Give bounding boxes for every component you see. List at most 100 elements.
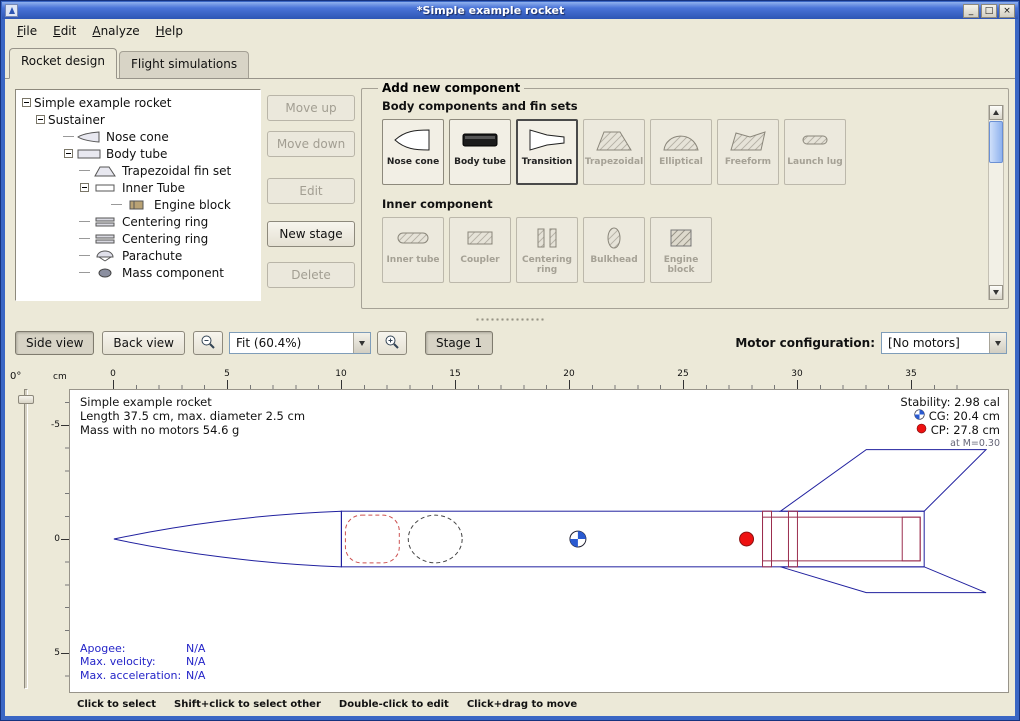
- add-coupler-button[interactable]: Coupler: [449, 217, 511, 283]
- launch-lug-icon: [795, 125, 835, 155]
- tree-item-body-tube[interactable]: Body tube: [18, 145, 258, 162]
- fin-lower[interactable]: [780, 567, 986, 593]
- tree-item-rocket[interactable]: Simple example rocket: [18, 94, 258, 111]
- scroll-down-icon[interactable]: [989, 285, 1003, 300]
- zoom-in-button[interactable]: [377, 331, 407, 355]
- close-button[interactable]: ×: [999, 4, 1015, 18]
- engine-block-outline[interactable]: [902, 517, 920, 561]
- add-freeform-button[interactable]: Freeform: [717, 119, 779, 185]
- collapse-icon[interactable]: [22, 98, 31, 107]
- splitter-handle[interactable]: [5, 315, 1015, 325]
- transition-icon: [527, 125, 567, 155]
- back-view-button[interactable]: Back view: [102, 331, 185, 355]
- add-bulkhead-button[interactable]: Bulkhead: [583, 217, 645, 283]
- tree-item-fin-set[interactable]: Trapezoidal fin set: [18, 162, 258, 179]
- add-component-panel: Add new component Body components and fi…: [361, 81, 1009, 309]
- tab-rocket-design[interactable]: Rocket design: [9, 48, 117, 79]
- rotation-slider[interactable]: [24, 389, 28, 689]
- tree-item-centering-ring-1[interactable]: Centering ring: [18, 213, 258, 230]
- tree-item-sustainer[interactable]: Sustainer: [18, 111, 258, 128]
- elliptical-fin-icon: [661, 125, 701, 155]
- design-panel: Simple example rocket Sustainer Nose con…: [5, 79, 1015, 315]
- menu-help[interactable]: Help: [148, 21, 191, 41]
- parachute-icon: [92, 250, 118, 262]
- ruler-label: 0: [54, 534, 60, 544]
- motor-configuration-select[interactable]: [No motors]: [881, 332, 1007, 354]
- cg-icon: [914, 409, 925, 423]
- tree-item-inner-tube[interactable]: Inner Tube: [18, 179, 258, 196]
- nose-cone-outline[interactable]: [114, 511, 342, 567]
- chevron-down-icon[interactable]: [353, 333, 370, 353]
- fin-upper[interactable]: [780, 450, 986, 512]
- status-bar: Click to select Shift+click to select ot…: [5, 699, 1015, 710]
- view-toolbar: Side view Back view Fit (60.4%) Stage 1 …: [5, 327, 1015, 359]
- parachute-dashed[interactable]: [345, 515, 399, 563]
- centering-ring-icon: [92, 216, 118, 228]
- menu-edit[interactable]: Edit: [45, 21, 84, 41]
- add-centering-ring-button[interactable]: Centering ring: [516, 217, 578, 283]
- add-trapezoidal-button[interactable]: Trapezoidal: [583, 119, 645, 185]
- app-window: *Simple example rocket _ □ × File Edit A…: [0, 0, 1020, 721]
- maximize-button[interactable]: □: [981, 4, 997, 18]
- centering-ring-icon: [527, 223, 567, 253]
- delete-button[interactable]: Delete: [267, 262, 355, 288]
- zoom-select[interactable]: Fit (60.4%): [229, 332, 371, 354]
- menu-file[interactable]: File: [9, 21, 45, 41]
- magnifier-plus-icon: [384, 339, 400, 353]
- cp-marker: [740, 532, 754, 546]
- tab-flight-simulations[interactable]: Flight simulations: [119, 51, 249, 78]
- tree-item-parachute[interactable]: Parachute: [18, 247, 258, 264]
- scroll-up-icon[interactable]: [989, 105, 1003, 120]
- rotation-slider-handle[interactable]: [18, 395, 34, 404]
- component-panel-scrollbar[interactable]: [988, 105, 1004, 300]
- centering-ring-2-outline[interactable]: [788, 511, 797, 567]
- add-inner-tube-button[interactable]: Inner tube: [382, 217, 444, 283]
- add-elliptical-button[interactable]: Elliptical: [650, 119, 712, 185]
- body-components-label: Body components and fin sets: [382, 99, 986, 113]
- collapse-icon[interactable]: [80, 183, 89, 192]
- add-body-tube-button[interactable]: Body tube: [449, 119, 511, 185]
- window-title: *Simple example rocket: [18, 4, 963, 17]
- minimize-button[interactable]: _: [963, 4, 979, 18]
- mass-component-dashed[interactable]: [408, 515, 462, 563]
- ruler-label: 30: [791, 369, 802, 379]
- bulkhead-icon: [594, 223, 634, 253]
- ruler-label: 25: [677, 369, 688, 379]
- stage-1-toggle[interactable]: Stage 1: [425, 331, 493, 355]
- centering-ring-1-outline[interactable]: [763, 511, 772, 567]
- edit-button[interactable]: Edit: [267, 178, 355, 204]
- add-transition-button[interactable]: Transition: [516, 119, 578, 185]
- menu-analyze[interactable]: Analyze: [84, 21, 147, 41]
- side-view-button[interactable]: Side view: [15, 331, 94, 355]
- ruler-label: 10: [335, 369, 346, 379]
- hint-click-select: Click to select: [77, 699, 156, 710]
- tab-strip: Rocket design Flight simulations: [5, 43, 1015, 79]
- new-stage-button[interactable]: New stage: [267, 221, 355, 247]
- tree-item-nose-cone[interactable]: Nose cone: [18, 128, 258, 145]
- scrollbar-thumb[interactable]: [989, 121, 1003, 163]
- chevron-down-icon[interactable]: [989, 333, 1006, 353]
- rocket-canvas[interactable]: Simple example rocket Length 37.5 cm, ma…: [69, 389, 1009, 693]
- add-launch-lug-button[interactable]: Launch lug: [784, 119, 846, 185]
- add-nose-cone-button[interactable]: Nose cone: [382, 119, 444, 185]
- zoom-out-button[interactable]: [193, 331, 223, 355]
- tree-item-engine-block[interactable]: Engine block: [18, 196, 258, 213]
- add-engine-block-button[interactable]: Engine block: [650, 217, 712, 283]
- body-tube-outline[interactable]: [341, 511, 924, 567]
- collapse-icon[interactable]: [64, 149, 73, 158]
- collapse-icon[interactable]: [36, 115, 45, 124]
- flight-stats: Apogee:N/A Max. velocity:N/A Max. accele…: [80, 642, 205, 683]
- inner-tube-outline[interactable]: [763, 517, 921, 561]
- mass-component-icon: [92, 267, 118, 279]
- app-icon[interactable]: [5, 4, 18, 17]
- tree-item-centering-ring-2[interactable]: Centering ring: [18, 230, 258, 247]
- ruler-label: 35: [905, 369, 916, 379]
- body-component-buttons: Nose cone Body tube Transition Trapezoid…: [382, 119, 986, 185]
- tree-item-mass-component[interactable]: Mass component: [18, 264, 258, 281]
- move-up-button[interactable]: Move up: [267, 95, 355, 121]
- rocket-info: Simple example rocket Length 37.5 cm, ma…: [80, 395, 305, 437]
- stability-value: Stability: 2.98 cal: [900, 395, 1000, 409]
- nose-cone-icon: [76, 131, 102, 143]
- move-down-button[interactable]: Move down: [267, 131, 355, 157]
- title-bar[interactable]: *Simple example rocket _ □ ×: [2, 2, 1018, 19]
